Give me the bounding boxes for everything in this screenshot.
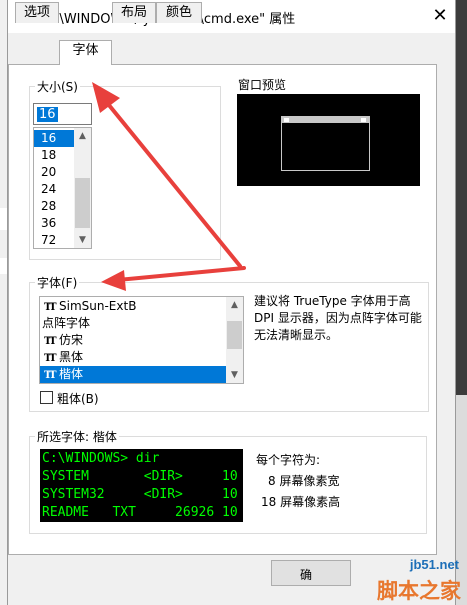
arrow-to-font-group: [101, 266, 246, 291]
annotation-arrows: [92, 82, 246, 291]
arrow-to-size-group: [92, 82, 242, 268]
tab-font[interactable]: 字体: [59, 40, 112, 65]
